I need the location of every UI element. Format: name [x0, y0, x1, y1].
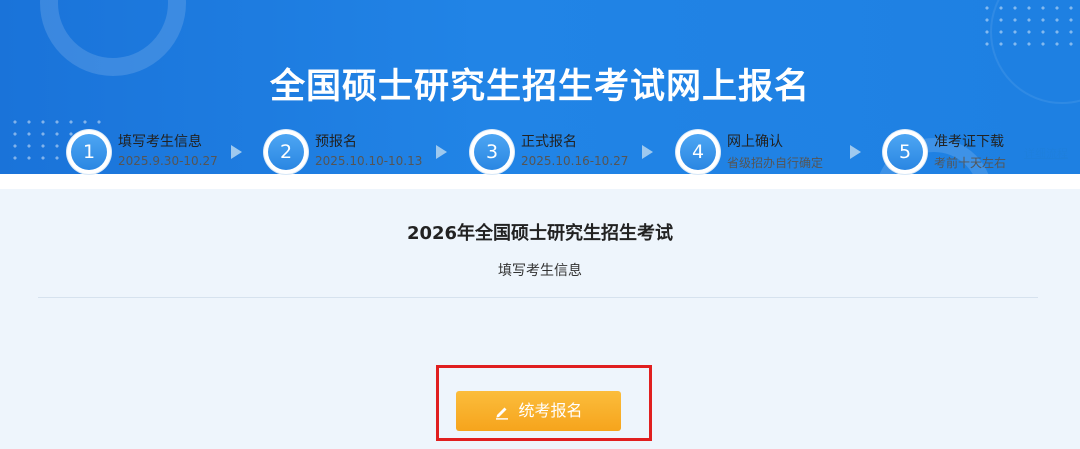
exam-title: 2026年全国硕士研究生招生考试 — [406, 223, 674, 244]
detail-process-link[interactable]: 详细流程 — [1024, 145, 1068, 161]
register-button-label: 统考报名 — [518, 401, 583, 420]
step-date: 考前十天左右 — [934, 156, 1007, 170]
decorative-dots — [980, 2, 1078, 50]
step-number-badge: 5 — [883, 130, 927, 174]
arrow-right-icon — [850, 145, 861, 159]
register-button[interactable]: 统考报名 — [456, 391, 621, 431]
step-name: 网上确认 — [727, 134, 783, 150]
divider — [38, 297, 1038, 298]
arrow-right-icon — [231, 145, 242, 159]
step-number-badge: 1 — [67, 130, 111, 174]
step-name: 正式报名 — [521, 134, 577, 150]
step-date: 2025.10.10-10.13 — [315, 154, 423, 168]
page-title: 全国硕士研究生招生考试网上报名 — [269, 67, 810, 107]
arrow-right-icon — [642, 145, 653, 159]
step-date: 2025.9.30-10.27 — [118, 154, 218, 168]
current-step-label: 填写考生信息 — [498, 263, 582, 279]
step-name: 准考证下载 — [934, 134, 1004, 150]
step-number-badge: 2 — [264, 130, 308, 174]
step-number-badge: 4 — [676, 130, 720, 174]
step-name: 填写考生信息 — [118, 134, 202, 150]
arrow-right-icon — [436, 145, 447, 159]
pencil-icon — [494, 404, 510, 420]
step-number-badge: 3 — [470, 130, 514, 174]
step-date: 省级招办自行确定 — [727, 156, 824, 170]
step-date: 2025.10.16-10.27 — [521, 154, 629, 168]
step-name: 预报名 — [315, 134, 357, 150]
